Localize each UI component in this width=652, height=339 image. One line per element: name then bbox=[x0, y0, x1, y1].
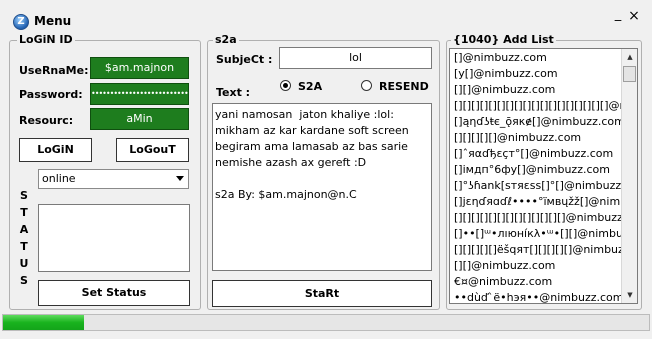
resource-field[interactable]: aMin bbox=[90, 108, 189, 130]
progress-bar bbox=[2, 314, 650, 331]
set-status-button[interactable]: Set Status bbox=[38, 280, 190, 306]
password-field[interactable]: ••••••••••••••••••••••••••• bbox=[90, 83, 189, 105]
resend-radio[interactable] bbox=[361, 80, 372, 91]
scroll-up-icon[interactable]: ▲ bbox=[623, 50, 637, 64]
list-item[interactable]: []@nimbuzz.com bbox=[450, 50, 622, 66]
close-button[interactable]: × bbox=[627, 9, 641, 23]
status-letter-t1: T bbox=[20, 206, 28, 219]
login-button[interactable]: LoGiN bbox=[19, 138, 92, 162]
status-letter-s1: S bbox=[20, 189, 28, 202]
status-letter-s2: S bbox=[20, 274, 28, 287]
status-select[interactable]: online bbox=[38, 169, 189, 189]
login-group-title: LoGiN ID bbox=[17, 33, 75, 46]
minimize-button[interactable]: _ bbox=[611, 8, 625, 22]
resend-radio-label: RESEND bbox=[379, 80, 429, 93]
window-title: Menu bbox=[34, 14, 72, 28]
list-item[interactable]: [][][][][][][][][][][][][][][][][][]@nim… bbox=[450, 98, 622, 114]
list-item[interactable]: [][]@nimbuzz.com bbox=[450, 258, 622, 274]
status-letter-a: A bbox=[19, 223, 29, 236]
status-letter-t2: T bbox=[20, 240, 28, 253]
subject-label: SubjeCt : bbox=[216, 53, 273, 66]
app-icon: Z bbox=[13, 14, 29, 30]
username-field[interactable]: $am.majnon bbox=[90, 57, 189, 79]
list-item[interactable]: €¤@nimbuzz.com bbox=[450, 274, 622, 290]
username-label: UseRnaMe: bbox=[19, 64, 89, 77]
list-item[interactable]: []iмдп°6фу[]@nimbuzz.com bbox=[450, 162, 622, 178]
s2a-radio-label: S2A bbox=[298, 80, 323, 93]
status-message-input[interactable] bbox=[38, 204, 190, 272]
resource-label: Resourc: bbox=[19, 114, 74, 127]
subject-input[interactable]: lol bbox=[279, 47, 432, 69]
scroll-thumb[interactable] bbox=[623, 66, 636, 82]
list-item[interactable]: []°ʖɦank[sтяɛss[]°[]@nimbuzz.com bbox=[450, 178, 622, 194]
logout-button[interactable]: LoGouT bbox=[116, 138, 189, 162]
progress-fill bbox=[3, 315, 84, 330]
password-label: Password: bbox=[19, 88, 83, 101]
list-item[interactable]: [][][][][][][][][][][][][]@nimbuzz.com bbox=[450, 210, 622, 226]
add-list-items: []@nimbuzz.com [у[]@nimbuzz.com [][]@nimbu… bbox=[450, 50, 622, 303]
s2a-group-title: s2a bbox=[213, 33, 239, 46]
text-label: Text : bbox=[216, 86, 251, 99]
list-item[interactable]: [][]@nimbuzz.com bbox=[450, 82, 622, 98]
list-item[interactable]: [][][][][]@nimbuzz.com bbox=[450, 130, 622, 146]
status-letter-u: U bbox=[19, 257, 29, 270]
list-item[interactable]: [у[]@nimbuzz.com bbox=[450, 66, 622, 82]
list-item[interactable]: []ąηɗʖŧє_ǭяκɇ[]@nimbuzz.com bbox=[450, 114, 622, 130]
list-scrollbar[interactable]: ▲ ▼ bbox=[621, 49, 637, 303]
s2a-radio[interactable] bbox=[280, 80, 291, 91]
scroll-down-icon[interactable]: ▼ bbox=[623, 288, 637, 302]
list-item[interactable]: []••[]ᵚ•лıюнíкλ•ᵚ•[][]@nimbuzz.com bbox=[450, 226, 622, 242]
add-list[interactable]: []@nimbuzz.com [у[]@nimbuzz.com [][]@nimbu… bbox=[449, 48, 638, 304]
addlist-group-title: {1040} Add List bbox=[451, 33, 556, 46]
list-item[interactable]: ••dùď`ë•hэя••@nimbuzz.com bbox=[450, 290, 622, 303]
list-item[interactable]: [][][][][]ëšqят[][][][][]@nimbuzz.com bbox=[450, 242, 622, 258]
message-textarea[interactable]: yani namosan jaton khaliye :lol: mikham … bbox=[212, 103, 432, 271]
list-item[interactable]: []ˆяαɗђɛçт°[]@nimbuzz.com bbox=[450, 146, 622, 162]
start-button[interactable]: StaRt bbox=[212, 280, 432, 307]
list-item[interactable]: []jɛηɗяɑɗℓ••••°ïмвųžž[]@nimbuzz.com bbox=[450, 194, 622, 210]
status-select-value: online bbox=[42, 172, 76, 185]
chevron-down-icon bbox=[176, 176, 184, 181]
